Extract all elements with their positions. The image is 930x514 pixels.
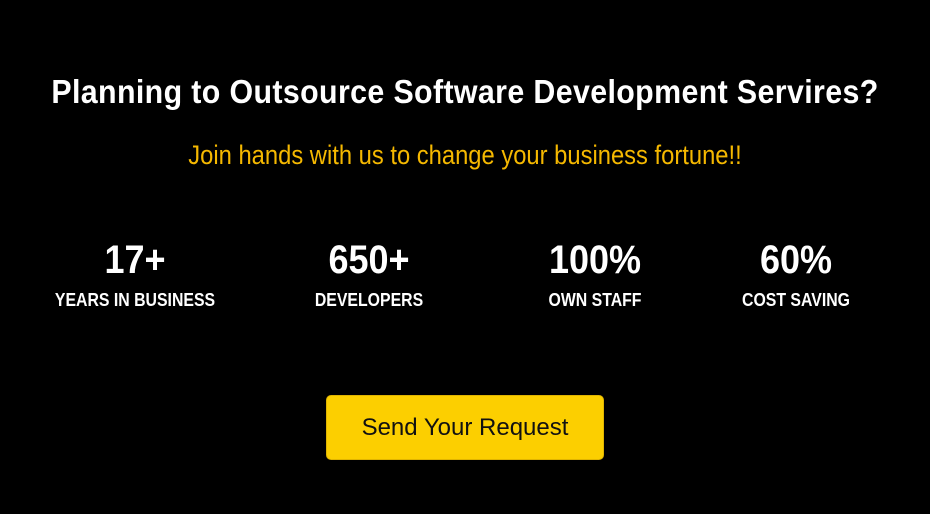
outsourcing-banner: Planning to Outsource Software Developme… — [0, 0, 930, 514]
stat-years-in-business: 17+ YEARS IN BUSINESS — [25, 232, 245, 312]
stat-developers: 650+ DEVELOPERS — [259, 232, 479, 312]
stat-value: 650+ — [328, 238, 410, 282]
stat-value: 60% — [759, 238, 833, 282]
headline: Planning to Outsource Software Developme… — [51, 73, 879, 110]
stat-value: 17+ — [104, 238, 166, 282]
stat-label: DEVELOPERS — [314, 290, 424, 310]
stat-value: 100% — [548, 238, 642, 282]
stat-own-staff: 100% OWN STAFF — [485, 232, 705, 312]
subheadline: Join hands with us to change your busine… — [188, 140, 742, 170]
send-request-button[interactable]: Send Your Request — [326, 395, 604, 460]
stat-label: YEARS IN BUSINESS — [54, 290, 216, 310]
stat-label: COST SAVING — [742, 290, 850, 310]
stat-cost-saving: 60% COST SAVING — [686, 232, 906, 312]
stat-label: OWN STAFF — [548, 290, 642, 310]
